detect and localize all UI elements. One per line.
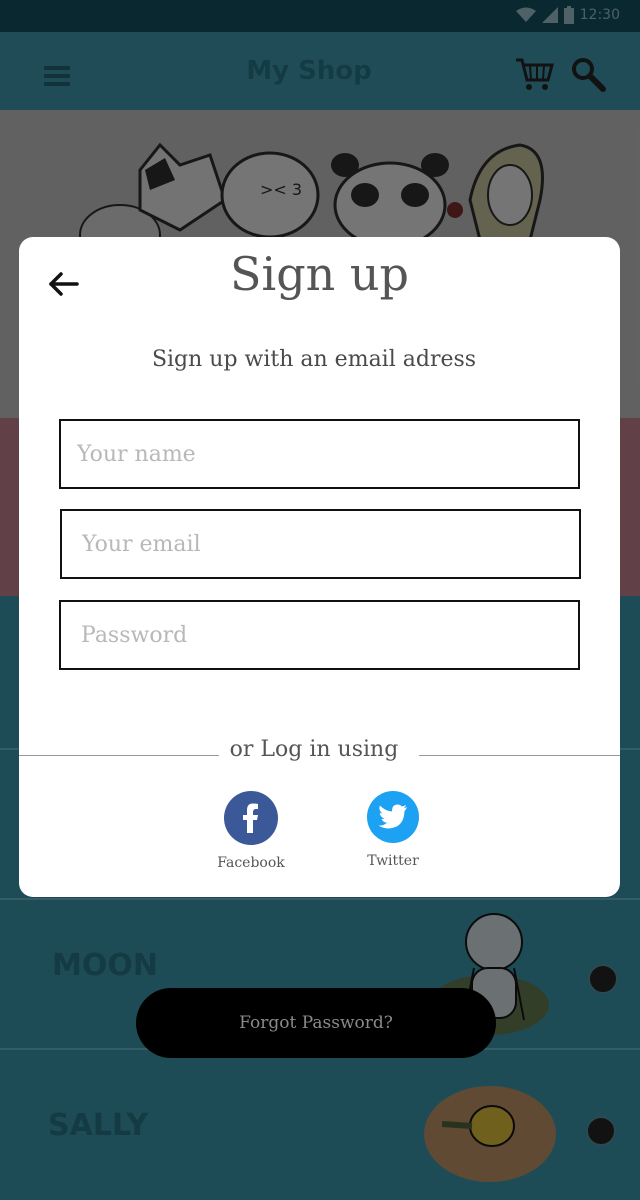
signup-modal: Sign up Sign up with an email adress or … [19,237,620,897]
password-field [59,600,580,670]
modal-title: Sign up [230,247,409,301]
facebook-label: Facebook [217,855,285,871]
facebook-login[interactable]: Facebook [201,791,301,871]
or-login-text: or Log in using [229,737,399,762]
name-input[interactable] [61,421,578,487]
twitter-label: Twitter [367,853,419,869]
modal-subtitle: Sign up with an email adress [151,347,477,372]
email-input[interactable] [62,511,579,577]
name-field [59,419,580,489]
facebook-icon[interactable] [224,791,278,845]
email-field [60,509,581,579]
twitter-icon[interactable] [367,791,419,843]
password-input[interactable] [61,602,578,668]
twitter-login[interactable]: Twitter [343,791,443,869]
forgot-password-button[interactable]: Forgot Password? [136,988,496,1058]
